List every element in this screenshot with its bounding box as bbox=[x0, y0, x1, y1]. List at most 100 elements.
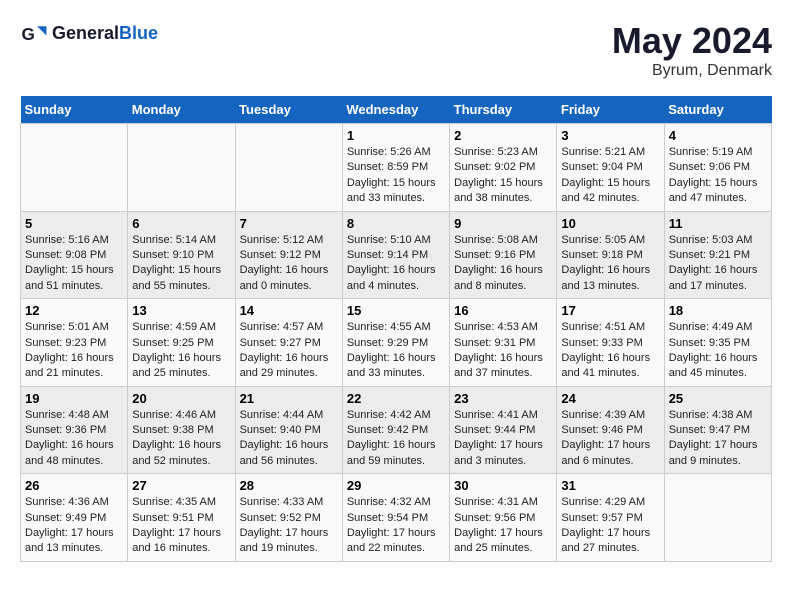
header-cell-monday: Monday bbox=[128, 96, 235, 124]
calendar-cell bbox=[664, 474, 771, 562]
day-number: 7 bbox=[240, 216, 338, 231]
calendar-cell: 31 Sunrise: 4:29 AMSunset: 9:57 PMDayligh… bbox=[557, 474, 664, 562]
day-number: 6 bbox=[132, 216, 230, 231]
day-number: 17 bbox=[561, 303, 659, 318]
day-number: 13 bbox=[132, 303, 230, 318]
calendar-cell bbox=[235, 124, 342, 212]
calendar-cell: 28Sunrise: 4:33 AMSunset: 9:52 PMDayligh… bbox=[235, 474, 342, 562]
header-cell-sunday: Sunday bbox=[21, 96, 128, 124]
calendar-cell: 13 Sunrise: 4:59 AMSunset: 9:25 PMDayligh… bbox=[128, 299, 235, 387]
logo-blue: Blue bbox=[119, 23, 158, 43]
calendar-cell: 1Sunrise: 5:26 AMSunset: 8:59 PMDaylight… bbox=[342, 124, 449, 212]
day-info: Sunrise: 4:44 AMSunset: 9:40 PMDaylight:… bbox=[240, 408, 338, 470]
day-number: 20 bbox=[132, 391, 230, 406]
day-info: Sunrise: 4:41 AMSunset: 9:44 PMDaylight:… bbox=[454, 408, 552, 470]
day-number: 27 bbox=[132, 478, 230, 493]
calendar-cell: 24 Sunrise: 4:39 AMSunset: 9:46 PMDayligh… bbox=[557, 386, 664, 474]
day-number: 15 bbox=[347, 303, 445, 318]
day-number: 14 bbox=[240, 303, 338, 318]
calendar-cell: 15Sunrise: 4:55 AMSunset: 9:29 PMDayligh… bbox=[342, 299, 449, 387]
main-title: May 2024 bbox=[612, 20, 772, 62]
calendar-cell: 10 Sunrise: 5:05 AMSunset: 9:18 PMDayligh… bbox=[557, 211, 664, 299]
calendar-week-3: 12Sunrise: 5:01 AMSunset: 9:23 PMDayligh… bbox=[21, 299, 772, 387]
day-info: Sunrise: 4:29 AMSunset: 9:57 PMDaylight:… bbox=[561, 495, 659, 557]
day-info: Sunrise: 4:51 AMSunset: 9:33 PMDaylight:… bbox=[561, 320, 659, 382]
day-number: 5 bbox=[25, 216, 123, 231]
calendar-week-2: 5 Sunrise: 5:16 AMSunset: 9:08 PMDaylight… bbox=[21, 211, 772, 299]
calendar-cell: 9 Sunrise: 5:08 AMSunset: 9:16 PMDaylight… bbox=[450, 211, 557, 299]
calendar-cell: 22 Sunrise: 4:42 AMSunset: 9:42 PMDayligh… bbox=[342, 386, 449, 474]
calendar-cell: 20Sunrise: 4:46 AMSunset: 9:38 PMDayligh… bbox=[128, 386, 235, 474]
day-info: Sunrise: 4:53 AMSunset: 9:31 PMDaylight:… bbox=[454, 320, 552, 382]
day-info: Sunrise: 5:01 AMSunset: 9:23 PMDaylight:… bbox=[25, 320, 123, 382]
day-info: Sunrise: 5:05 AMSunset: 9:18 PMDaylight:… bbox=[561, 233, 659, 295]
calendar-cell: 11 Sunrise: 5:03 AMSunset: 9:21 PMDayligh… bbox=[664, 211, 771, 299]
day-number: 29 bbox=[347, 478, 445, 493]
page-header: G GeneralBlue May 2024 Byrum, Denmark bbox=[20, 20, 772, 80]
calendar-cell: 2 Sunrise: 5:23 AMSunset: 9:02 PMDaylight… bbox=[450, 124, 557, 212]
title-block: May 2024 Byrum, Denmark bbox=[612, 20, 772, 80]
day-info: Sunrise: 4:42 AMSunset: 9:42 PMDaylight:… bbox=[347, 408, 445, 470]
logo-icon: G bbox=[20, 20, 48, 48]
header-cell-friday: Friday bbox=[557, 96, 664, 124]
calendar-cell: 3Sunrise: 5:21 AMSunset: 9:04 PMDaylight… bbox=[557, 124, 664, 212]
calendar-header-row: SundayMondayTuesdayWednesdayThursdayFrid… bbox=[21, 96, 772, 124]
day-number: 10 bbox=[561, 216, 659, 231]
day-number: 25 bbox=[669, 391, 767, 406]
day-number: 22 bbox=[347, 391, 445, 406]
day-info: Sunrise: 4:32 AMSunset: 9:54 PMDaylight:… bbox=[347, 495, 445, 557]
logo-general: General bbox=[52, 23, 119, 43]
day-info: Sunrise: 4:49 AMSunset: 9:35 PMDaylight:… bbox=[669, 320, 767, 382]
calendar-cell: 6Sunrise: 5:14 AMSunset: 9:10 PMDaylight… bbox=[128, 211, 235, 299]
day-number: 28 bbox=[240, 478, 338, 493]
day-number: 23 bbox=[454, 391, 552, 406]
calendar-cell: 26 Sunrise: 4:36 AMSunset: 9:49 PMDayligh… bbox=[21, 474, 128, 562]
day-number: 31 bbox=[561, 478, 659, 493]
day-info: Sunrise: 5:10 AMSunset: 9:14 PMDaylight:… bbox=[347, 233, 445, 295]
day-info: Sunrise: 4:38 AMSunset: 9:47 PMDaylight:… bbox=[669, 408, 767, 470]
day-info: Sunrise: 4:48 AMSunset: 9:36 PMDaylight:… bbox=[25, 408, 123, 470]
calendar-week-5: 26 Sunrise: 4:36 AMSunset: 9:49 PMDayligh… bbox=[21, 474, 772, 562]
calendar-cell: 18 Sunrise: 4:49 AMSunset: 9:35 PMDayligh… bbox=[664, 299, 771, 387]
day-info: Sunrise: 4:39 AMSunset: 9:46 PMDaylight:… bbox=[561, 408, 659, 470]
day-number: 26 bbox=[25, 478, 123, 493]
day-info: Sunrise: 4:57 AMSunset: 9:27 PMDaylight:… bbox=[240, 320, 338, 382]
calendar-cell: 5 Sunrise: 5:16 AMSunset: 9:08 PMDaylight… bbox=[21, 211, 128, 299]
calendar-cell: 4Sunrise: 5:19 AMSunset: 9:06 PMDaylight… bbox=[664, 124, 771, 212]
day-number: 18 bbox=[669, 303, 767, 318]
day-number: 4 bbox=[669, 128, 767, 143]
day-info: Sunrise: 4:36 AMSunset: 9:49 PMDaylight:… bbox=[25, 495, 123, 557]
day-number: 30 bbox=[454, 478, 552, 493]
subtitle: Byrum, Denmark bbox=[612, 62, 772, 80]
day-info: Sunrise: 5:16 AMSunset: 9:08 PMDaylight:… bbox=[25, 233, 123, 295]
day-number: 24 bbox=[561, 391, 659, 406]
day-info: Sunrise: 5:23 AMSunset: 9:02 PMDaylight:… bbox=[454, 145, 552, 207]
day-info: Sunrise: 5:12 AMSunset: 9:12 PMDaylight:… bbox=[240, 233, 338, 295]
day-info: Sunrise: 5:03 AMSunset: 9:21 PMDaylight:… bbox=[669, 233, 767, 295]
calendar-week-4: 19Sunrise: 4:48 AMSunset: 9:36 PMDayligh… bbox=[21, 386, 772, 474]
day-info: Sunrise: 4:59 AMSunset: 9:25 PMDaylight:… bbox=[132, 320, 230, 382]
calendar-cell: 7 Sunrise: 5:12 AMSunset: 9:12 PMDaylight… bbox=[235, 211, 342, 299]
logo: G GeneralBlue bbox=[20, 20, 158, 48]
header-cell-thursday: Thursday bbox=[450, 96, 557, 124]
header-cell-tuesday: Tuesday bbox=[235, 96, 342, 124]
calendar-cell: 29 Sunrise: 4:32 AMSunset: 9:54 PMDayligh… bbox=[342, 474, 449, 562]
calendar-cell: 23 Sunrise: 4:41 AMSunset: 9:44 PMDayligh… bbox=[450, 386, 557, 474]
calendar-cell: 27Sunrise: 4:35 AMSunset: 9:51 PMDayligh… bbox=[128, 474, 235, 562]
day-number: 11 bbox=[669, 216, 767, 231]
day-number: 8 bbox=[347, 216, 445, 231]
calendar-body: 1Sunrise: 5:26 AMSunset: 8:59 PMDaylight… bbox=[21, 124, 772, 562]
day-number: 9 bbox=[454, 216, 552, 231]
calendar-cell: 16 Sunrise: 4:53 AMSunset: 9:31 PMDayligh… bbox=[450, 299, 557, 387]
calendar-table: SundayMondayTuesdayWednesdayThursdayFrid… bbox=[20, 96, 772, 562]
calendar-cell bbox=[21, 124, 128, 212]
day-info: Sunrise: 5:08 AMSunset: 9:16 PMDaylight:… bbox=[454, 233, 552, 295]
day-number: 21 bbox=[240, 391, 338, 406]
day-number: 16 bbox=[454, 303, 552, 318]
header-cell-wednesday: Wednesday bbox=[342, 96, 449, 124]
calendar-cell: 14 Sunrise: 4:57 AMSunset: 9:27 PMDayligh… bbox=[235, 299, 342, 387]
day-number: 2 bbox=[454, 128, 552, 143]
calendar-cell: 17 Sunrise: 4:51 AMSunset: 9:33 PMDayligh… bbox=[557, 299, 664, 387]
day-info: Sunrise: 5:21 AMSunset: 9:04 PMDaylight:… bbox=[561, 145, 659, 207]
day-number: 1 bbox=[347, 128, 445, 143]
